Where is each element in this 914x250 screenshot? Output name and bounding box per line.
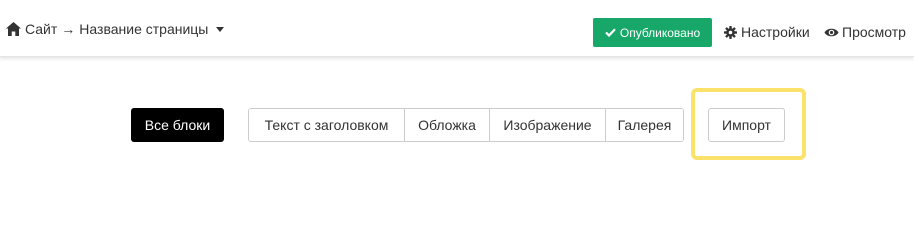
- published-label: Опубликовано: [619, 25, 701, 40]
- caret-down-icon[interactable]: [216, 26, 225, 32]
- filter-gallery[interactable]: Галерея: [605, 109, 683, 141]
- gear-icon: [724, 25, 737, 39]
- filter-cover[interactable]: Обложка: [404, 109, 489, 141]
- check-icon: [605, 28, 616, 37]
- settings-label: Настройки: [741, 24, 810, 40]
- top-header: Сайт → Название страницы Опубликовано На…: [0, 0, 914, 57]
- block-type-filter-group: Текст с заголовком Обложка Изображение Г…: [248, 108, 684, 142]
- published-button[interactable]: Опубликовано: [593, 18, 712, 47]
- breadcrumb-arrow: →: [61, 21, 76, 37]
- import-button[interactable]: Импорт: [708, 108, 785, 142]
- all-blocks-button[interactable]: Все блоки: [131, 108, 224, 142]
- home-icon: [6, 22, 21, 36]
- settings-link[interactable]: Настройки: [724, 23, 810, 41]
- filter-image[interactable]: Изображение: [489, 109, 605, 141]
- breadcrumb[interactable]: Сайт → Название страницы: [6, 19, 225, 39]
- eye-icon: [824, 28, 839, 36]
- preview-link[interactable]: Просмотр: [824, 23, 906, 41]
- breadcrumb-site[interactable]: Сайт: [25, 21, 57, 37]
- breadcrumb-page-name[interactable]: Название страницы: [79, 21, 208, 37]
- preview-label: Просмотр: [842, 24, 906, 40]
- filter-text-with-heading[interactable]: Текст с заголовком: [249, 109, 404, 141]
